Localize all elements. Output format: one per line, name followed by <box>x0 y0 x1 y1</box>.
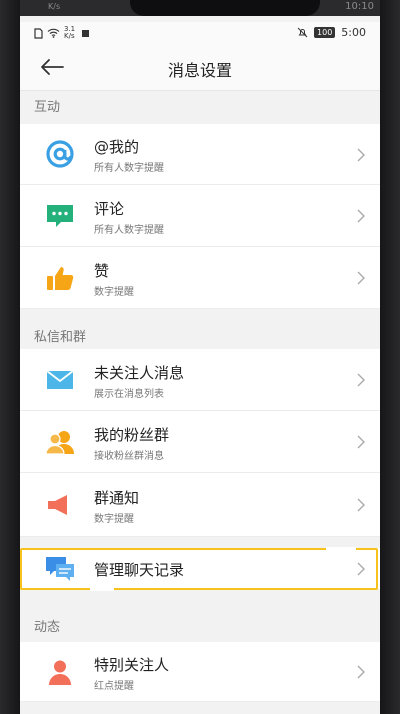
section-title-dynamic: 动态 <box>34 620 61 635</box>
screen: K/s 10:10 3.1 K/s 100 5:00 消息设置 互动 @我的 所… <box>20 0 380 714</box>
row-subtitle: 红点提醒 <box>94 681 134 692</box>
person-icon <box>44 656 76 688</box>
mail-icon <box>44 364 76 396</box>
row-title: 群通知 <box>94 489 140 507</box>
battery-indicator: 100 <box>314 27 336 38</box>
row-title: 赞 <box>94 262 110 280</box>
thumbs-up-icon <box>44 262 76 294</box>
fans-group-icon <box>44 426 76 458</box>
status-time: 5:00 <box>341 26 366 39</box>
setting-row-special-follow[interactable]: 特别关注人 红点提醒 <box>20 642 380 702</box>
chevron-right-icon <box>357 373 365 387</box>
notification-square-icon <box>82 29 90 37</box>
setting-row-at-me[interactable]: @我的 所有人数字提醒 <box>20 124 380 185</box>
chat-record-icon <box>44 553 76 585</box>
row-subtitle: 数字提醒 <box>94 287 134 298</box>
header: 消息设置 <box>20 44 380 91</box>
highlight-gap-bottom <box>90 587 114 591</box>
ghost-net-speed: K/s <box>48 2 61 11</box>
chevron-right-icon <box>357 665 365 679</box>
row-title: 特别关注人 <box>94 656 170 674</box>
at-icon <box>44 138 76 170</box>
camera-notch <box>130 0 320 16</box>
megaphone-icon <box>44 489 76 521</box>
chevron-right-icon <box>357 148 365 162</box>
setting-row-unfollowed-messages[interactable]: 未关注人消息 展示在消息列表 <box>20 349 380 411</box>
chevron-right-icon <box>357 271 365 285</box>
row-subtitle: 接收粉丝群消息 <box>94 451 164 462</box>
row-subtitle: 展示在消息列表 <box>94 389 164 400</box>
row-title: 管理聊天记录 <box>94 561 185 579</box>
setting-row-comment[interactable]: 评论 所有人数字提醒 <box>20 185 380 247</box>
ghost-clock: 10:10 <box>345 1 374 12</box>
highlight-gap-top <box>326 547 356 551</box>
section-title-interaction: 互动 <box>34 100 61 115</box>
chevron-right-icon <box>357 498 365 512</box>
row-subtitle: 所有人数字提醒 <box>94 163 164 174</box>
setting-row-fan-groups[interactable]: 我的粉丝群 接收粉丝群消息 <box>20 411 380 473</box>
mute-bell-icon <box>297 27 308 38</box>
row-subtitle: 所有人数字提醒 <box>94 225 164 236</box>
sim-icon <box>34 27 43 39</box>
status-bar: 3.1 K/s 100 5:00 <box>20 22 380 44</box>
setting-row-group-notification[interactable]: 群通知 数字提醒 <box>20 473 380 537</box>
row-subtitle: 数字提醒 <box>94 514 134 525</box>
wifi-icon <box>47 28 60 38</box>
chevron-right-icon <box>357 435 365 449</box>
comment-icon <box>44 200 76 232</box>
setting-row-manage-chat-history[interactable]: 管理聊天记录 <box>20 548 380 590</box>
chevron-right-icon <box>357 209 365 223</box>
row-title: @我的 <box>94 138 140 156</box>
setting-row-like[interactable]: 赞 数字提醒 <box>20 247 380 309</box>
row-title: 评论 <box>94 200 125 218</box>
page-title: 消息设置 <box>167 61 232 80</box>
row-title: 未关注人消息 <box>94 364 185 382</box>
chevron-right-icon <box>357 562 365 576</box>
row-title: 我的粉丝群 <box>94 426 170 444</box>
net-speed: 3.1 K/s <box>64 25 76 40</box>
